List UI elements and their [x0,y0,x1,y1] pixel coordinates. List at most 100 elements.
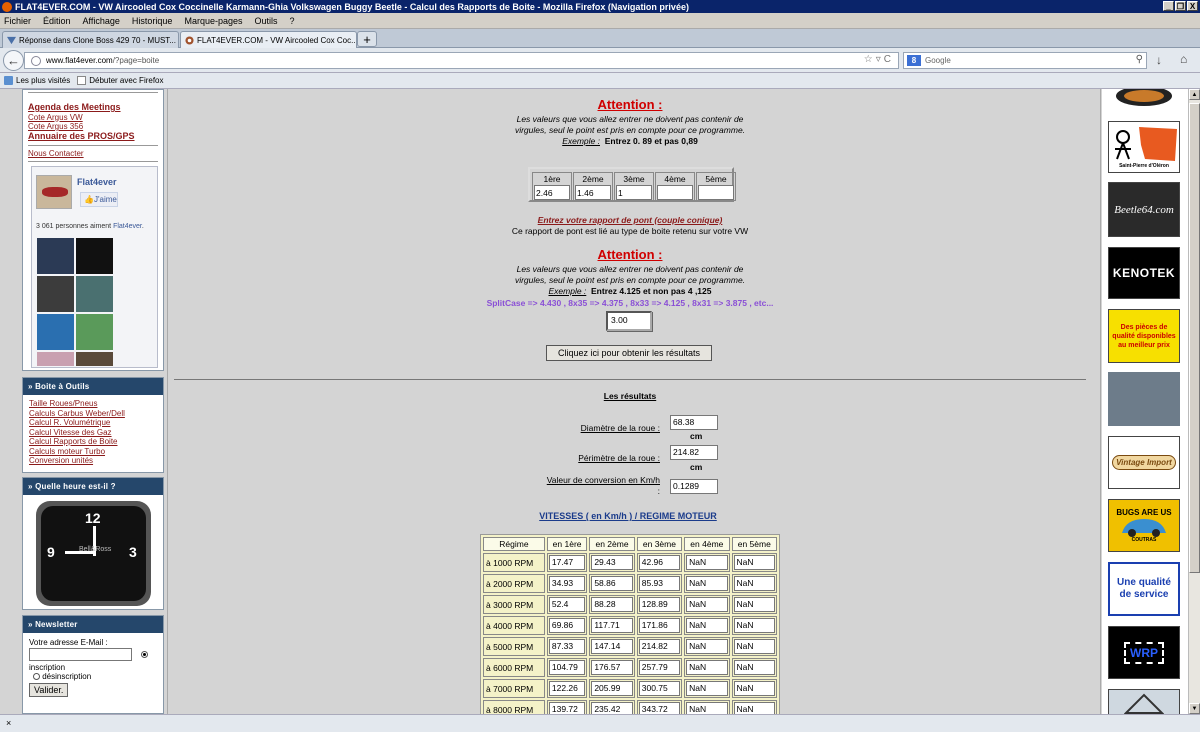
tab-clone-boss[interactable]: Réponse dans Clone Boss 429 70 - MUST...… [2,31,179,48]
addon-bar-close-icon[interactable]: × [6,718,11,728]
back-button[interactable]: ← [3,50,24,71]
link-tools-carbus[interactable]: Calculs Carbus Weber/Dell [29,409,158,419]
bookmark-getting-started[interactable]: Débuter avec Firefox [77,76,164,85]
menu-fichier[interactable]: Fichier [4,16,31,26]
email-field[interactable] [29,648,132,661]
scroll-up-button[interactable]: ▲ [1189,89,1200,100]
ad-bugs-are-us[interactable]: BUGS ARE US COUTRAS [1108,499,1180,552]
ad-bottom[interactable] [1108,689,1180,714]
ad-blank[interactable] [1108,372,1180,426]
ad-banner-top[interactable] [1108,89,1180,109]
speed-value[interactable]: 122.26 [548,681,586,696]
unsubscribe-radio[interactable] [33,673,40,681]
download-icon[interactable]: ↓ [1156,53,1162,67]
facebook-page-name[interactable]: Flat4ever [77,177,117,187]
search-engine-icon[interactable]: 8 [907,55,921,66]
speed-value[interactable]: NaN [686,618,728,633]
menu-outils[interactable]: Outils [255,16,278,26]
tab-close-icon[interactable]: × [176,35,178,45]
ad-wrp[interactable]: WRP [1108,626,1180,679]
gear-2-input[interactable] [575,185,611,200]
speed-value[interactable]: NaN [733,660,775,675]
speed-value[interactable]: 176.57 [591,660,633,675]
speed-value[interactable]: NaN [686,702,728,714]
link-tools-volumetrique[interactable]: Calcul R. Volumétrique [29,418,158,428]
ad-kenotek[interactable]: KENOTEK [1108,247,1180,299]
speed-value[interactable]: 235.42 [591,702,633,714]
speed-value[interactable]: NaN [733,681,775,696]
speed-value[interactable]: 87.33 [548,639,586,654]
speed-value[interactable]: NaN [733,597,775,612]
speed-value[interactable]: NaN [686,597,728,612]
speed-value[interactable]: 171.86 [638,618,681,633]
speed-value[interactable]: NaN [733,702,775,714]
speed-value[interactable]: 34.93 [548,576,586,591]
avatar[interactable] [37,276,74,312]
conversion-value[interactable]: 0.1289 [670,479,718,494]
speed-value[interactable]: 117.71 [591,618,633,633]
avatar[interactable] [76,276,113,312]
avatar[interactable] [37,314,74,350]
speed-value[interactable]: 128.89 [638,597,681,612]
diameter-value[interactable]: 68.38 [670,415,718,430]
speed-value[interactable]: 29.43 [591,555,633,570]
speed-value[interactable]: 257.79 [638,660,681,675]
speed-value[interactable]: 58.86 [591,576,633,591]
menu-affichage[interactable]: Affichage [83,16,120,26]
pont-ratio-input[interactable]: 3.00 [606,311,652,331]
link-agenda[interactable]: Agenda des Meetings [28,102,158,113]
speed-value[interactable]: 88.28 [591,597,633,612]
gear-3-input[interactable] [616,185,652,200]
url-bar[interactable]: www.flat4ever.com /?page=boite ☆▿C [24,52,899,69]
ad-beetle64[interactable]: Beetle64.com [1108,182,1180,237]
facebook-count-link[interactable]: Flat4ever [113,223,142,230]
speed-value[interactable]: 343.72 [638,702,681,714]
speed-value[interactable]: NaN [733,576,775,591]
perimeter-value[interactable]: 214.82 [670,445,718,460]
link-argus-vw[interactable]: Cote Argus VW [28,113,158,123]
speed-value[interactable]: 205.99 [591,681,633,696]
speed-value[interactable]: 17.47 [548,555,586,570]
minimize-button[interactable]: _ [1163,1,1174,11]
speed-value[interactable]: 214.82 [638,639,681,654]
speed-value[interactable]: NaN [733,555,775,570]
speed-value[interactable]: NaN [686,576,728,591]
avatar[interactable] [37,238,74,274]
speed-value[interactable]: 139.72 [548,702,586,714]
speed-value[interactable]: NaN [686,639,728,654]
ad-vintage-import[interactable]: Vintage Import [1108,436,1180,489]
ad-pieces[interactable]: Des pièces de qualité disponibles au mei… [1108,309,1180,363]
speed-value[interactable]: 52.4 [548,597,586,612]
speed-value[interactable]: 85.93 [638,576,681,591]
link-tools-roues[interactable]: Taille Roues/Pneus [29,399,158,409]
speed-value[interactable]: NaN [686,681,728,696]
speed-value[interactable]: NaN [733,618,775,633]
link-annuaire[interactable]: Annuaire des PROS/GPS [28,131,158,142]
link-tools-turbo[interactable]: Calculs moteur Turbo [29,447,158,457]
facebook-like-button[interactable]: 👍J'aime [80,192,118,207]
speed-value[interactable]: 104.79 [548,660,586,675]
validate-button[interactable]: Valider. [29,683,69,697]
speed-value[interactable]: 147.14 [591,639,633,654]
speed-value[interactable]: NaN [686,660,728,675]
gear-1-input[interactable] [534,185,570,200]
new-tab-button[interactable]: + [357,31,377,47]
avatar[interactable] [76,352,113,366]
search-input[interactable]: 8 Google ⚲ [903,52,1147,69]
avatar[interactable] [37,352,74,366]
link-contact[interactable]: Nous Contacter [28,149,158,159]
gear-4-input[interactable] [657,185,693,200]
bookmark-most-visited[interactable]: Les plus visités [4,76,70,85]
vertical-scrollbar[interactable]: ▲ ▼ [1188,89,1200,714]
magnifier-icon[interactable]: ⚲ [1136,54,1143,65]
star-reload-icon[interactable]: ☆▿C [864,54,894,65]
link-tools-boite[interactable]: Calcul Rapports de Boite [29,437,158,447]
compute-results-button[interactable]: Cliquez ici pour obtenir les résultats [546,345,712,361]
speed-value[interactable]: NaN [686,555,728,570]
scroll-down-button[interactable]: ▼ [1189,703,1200,714]
menu-marque-pages[interactable]: Marque-pages [184,16,242,26]
speed-value[interactable]: NaN [733,639,775,654]
menu-edition[interactable]: Édition [43,16,71,26]
menu-historique[interactable]: Historique [132,16,173,26]
link-tools-gaz[interactable]: Calcul Vitesse des Gaz [29,428,158,438]
